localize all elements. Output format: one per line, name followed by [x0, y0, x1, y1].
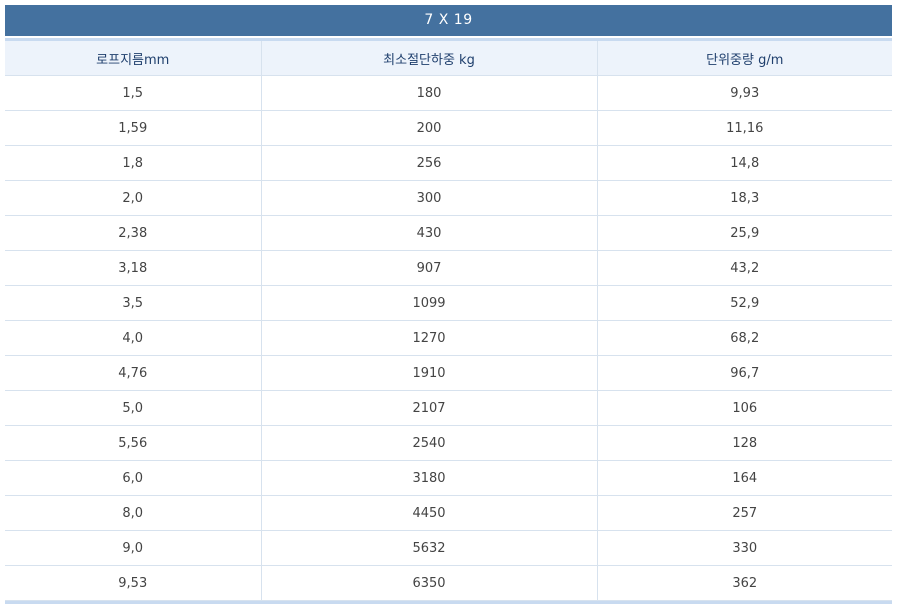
cell-unit-weight: 362 — [597, 565, 892, 601]
spec-table-container: 7 X 19 로프지름mm 최소절단하중 kg 단위중량 g/m 1,5 180 9… — [5, 5, 892, 604]
cell-breaking-load: 5632 — [261, 530, 598, 566]
header-row: 로프지름mm 최소절단하중 kg 단위중량 g/m — [5, 41, 892, 76]
cell-unit-weight: 106 — [597, 390, 892, 426]
cell-breaking-load: 256 — [261, 145, 598, 181]
cell-diameter: 2,0 — [5, 180, 262, 216]
table-row: 6,0 3180 164 — [5, 460, 892, 496]
cell-unit-weight: 9,93 — [597, 75, 892, 111]
cell-diameter: 1,8 — [5, 145, 262, 181]
cell-breaking-load: 907 — [261, 250, 598, 286]
cell-diameter: 3,18 — [5, 250, 262, 286]
table-row: 1,8 256 14,8 — [5, 145, 892, 181]
cell-diameter: 3,5 — [5, 285, 262, 321]
table-title: 7 X 19 — [5, 5, 892, 36]
table-row: 2,0 300 18,3 — [5, 180, 892, 216]
cell-diameter: 1,59 — [5, 110, 262, 146]
cell-diameter: 1,5 — [5, 75, 262, 111]
table-row: 9,0 5632 330 — [5, 530, 892, 566]
table-row: 4,0 1270 68,2 — [5, 320, 892, 356]
cell-breaking-load: 3180 — [261, 460, 598, 496]
table-row: 4,76 1910 96,7 — [5, 355, 892, 391]
cell-diameter: 9,53 — [5, 565, 262, 601]
table-row: 3,5 1099 52,9 — [5, 285, 892, 321]
cell-diameter: 4,0 — [5, 320, 262, 356]
cell-breaking-load: 1099 — [261, 285, 598, 321]
cell-unit-weight: 257 — [597, 495, 892, 531]
table-bottom-border — [5, 601, 892, 604]
table-row: 8,0 4450 257 — [5, 495, 892, 531]
cell-unit-weight: 128 — [597, 425, 892, 461]
table-row: 5,0 2107 106 — [5, 390, 892, 426]
table-row: 1,5 180 9,93 — [5, 75, 892, 111]
cell-unit-weight: 25,9 — [597, 215, 892, 251]
cell-diameter: 6,0 — [5, 460, 262, 496]
cell-breaking-load: 2107 — [261, 390, 598, 426]
table-row: 5,56 2540 128 — [5, 425, 892, 461]
cell-unit-weight: 43,2 — [597, 250, 892, 286]
table-body: 1,5 180 9,93 1,59 200 11,16 1,8 256 14,8 2,0 300 18… — [5, 75, 892, 601]
cell-unit-weight: 18,3 — [597, 180, 892, 216]
cell-diameter: 2,38 — [5, 215, 262, 251]
table-row: 3,18 907 43,2 — [5, 250, 892, 286]
cell-unit-weight: 11,16 — [597, 110, 892, 146]
cell-breaking-load: 2540 — [261, 425, 598, 461]
cell-unit-weight: 330 — [597, 530, 892, 566]
cell-diameter: 5,0 — [5, 390, 262, 426]
cell-breaking-load: 180 — [261, 75, 598, 111]
column-header-breaking-load: 최소절단하중 kg — [261, 41, 598, 76]
cell-breaking-load: 300 — [261, 180, 598, 216]
spec-table: 로프지름mm 최소절단하중 kg 단위중량 g/m 1,5 180 9,93 1,59… — [5, 41, 892, 601]
table-row: 1,59 200 11,16 — [5, 110, 892, 146]
cell-unit-weight: 14,8 — [597, 145, 892, 181]
cell-diameter: 8,0 — [5, 495, 262, 531]
cell-unit-weight: 96,7 — [597, 355, 892, 391]
table-row: 2,38 430 25,9 — [5, 215, 892, 251]
cell-diameter: 9,0 — [5, 530, 262, 566]
column-header-diameter: 로프지름mm — [5, 41, 262, 76]
cell-unit-weight: 164 — [597, 460, 892, 496]
cell-breaking-load: 200 — [261, 110, 598, 146]
column-header-unit-weight: 단위중량 g/m — [597, 41, 892, 76]
cell-diameter: 5,56 — [5, 425, 262, 461]
cell-breaking-load: 1910 — [261, 355, 598, 391]
cell-diameter: 4,76 — [5, 355, 262, 391]
table-row: 9,53 6350 362 — [5, 565, 892, 601]
cell-breaking-load: 1270 — [261, 320, 598, 356]
cell-breaking-load: 430 — [261, 215, 598, 251]
cell-breaking-load: 4450 — [261, 495, 598, 531]
cell-breaking-load: 6350 — [261, 565, 598, 601]
cell-unit-weight: 68,2 — [597, 320, 892, 356]
cell-unit-weight: 52,9 — [597, 285, 892, 321]
